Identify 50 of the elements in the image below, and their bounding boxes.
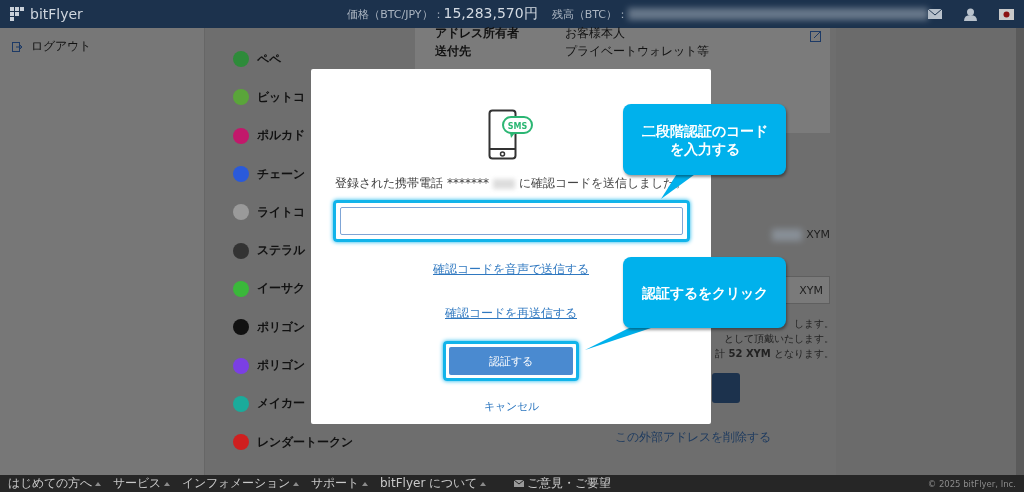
detail-label: アドレス所有者 xyxy=(435,24,520,42)
price-value: 15,283,570円 xyxy=(443,5,538,23)
voice-code-link[interactable]: 確認コードを音声で送信する xyxy=(433,261,589,278)
feedback-link[interactable]: ご意見・ご要望 xyxy=(514,475,612,492)
caret-icon xyxy=(95,481,101,486)
mail-icon xyxy=(514,480,525,487)
verify-button[interactable]: 認証する xyxy=(449,347,573,375)
caret-icon xyxy=(293,481,299,486)
delete-address-link[interactable]: この外部アドレスを削除する xyxy=(615,429,830,446)
detail-value: お客様本人 xyxy=(565,24,625,42)
coin-name[interactable]: イーサク xyxy=(257,280,305,298)
coin-name[interactable]: ライトコ xyxy=(257,203,305,221)
mail-icon[interactable] xyxy=(928,9,942,19)
edit-icon[interactable] xyxy=(810,30,822,42)
flag-icon[interactable] xyxy=(999,8,1014,20)
coin-name[interactable]: チェーン xyxy=(257,165,305,183)
caret-icon xyxy=(164,481,170,486)
cancel-link[interactable]: キャンセル xyxy=(483,399,539,414)
fee-note: として頂戴いたします。 xyxy=(724,332,834,346)
footer-menu-item[interactable]: はじめての方へ xyxy=(8,475,101,492)
coin-name[interactable]: ステラル xyxy=(257,242,305,260)
coin-name[interactable]: ポルカド xyxy=(257,127,305,145)
coin-name[interactable]: ポリゴン xyxy=(257,357,305,374)
footer-menu-item[interactable]: インフォメーション xyxy=(182,475,299,492)
footer-menu-item[interactable]: サポート xyxy=(311,475,368,492)
resend-code-link[interactable]: 確認コードを再送信する xyxy=(445,305,577,322)
detail-label: 送付先 xyxy=(435,42,472,60)
balance-label: 残高（BTC）： xyxy=(551,6,628,22)
code-input[interactable] xyxy=(339,207,683,235)
caret-icon xyxy=(480,481,487,486)
caret-icon xyxy=(362,481,368,486)
user-icon[interactable] xyxy=(964,7,977,21)
logout-icon xyxy=(12,41,23,52)
logo[interactable]: bitFlyer xyxy=(10,6,198,22)
fee-note: 計 52 XYM となります。 xyxy=(715,347,834,361)
logout-link[interactable]: ログアウト xyxy=(12,38,192,55)
footer-menu-item[interactable]: サービス xyxy=(113,475,170,492)
coin-name[interactable]: レンダートークン xyxy=(257,433,353,451)
footer-menu-item[interactable]: bitFlyer について xyxy=(380,475,487,492)
fee-note: します。 xyxy=(794,317,834,331)
copyright: © 2025 bitFlyer, Inc. xyxy=(927,478,1016,489)
fee-field[interactable]: XYM xyxy=(785,276,830,304)
coin-name[interactable]: ペペ xyxy=(257,50,281,68)
detail-value: プライベートウォレット等 xyxy=(565,42,709,60)
coin-name[interactable]: ポリゴン xyxy=(257,318,305,336)
coin-name[interactable]: ビットコ xyxy=(257,88,305,106)
coin-name[interactable]: メイカー xyxy=(257,395,305,413)
blurred-amount xyxy=(772,228,803,241)
price-label: 価格（BTC/JPY）： xyxy=(347,6,444,22)
amount-unit: XYM xyxy=(806,228,830,241)
